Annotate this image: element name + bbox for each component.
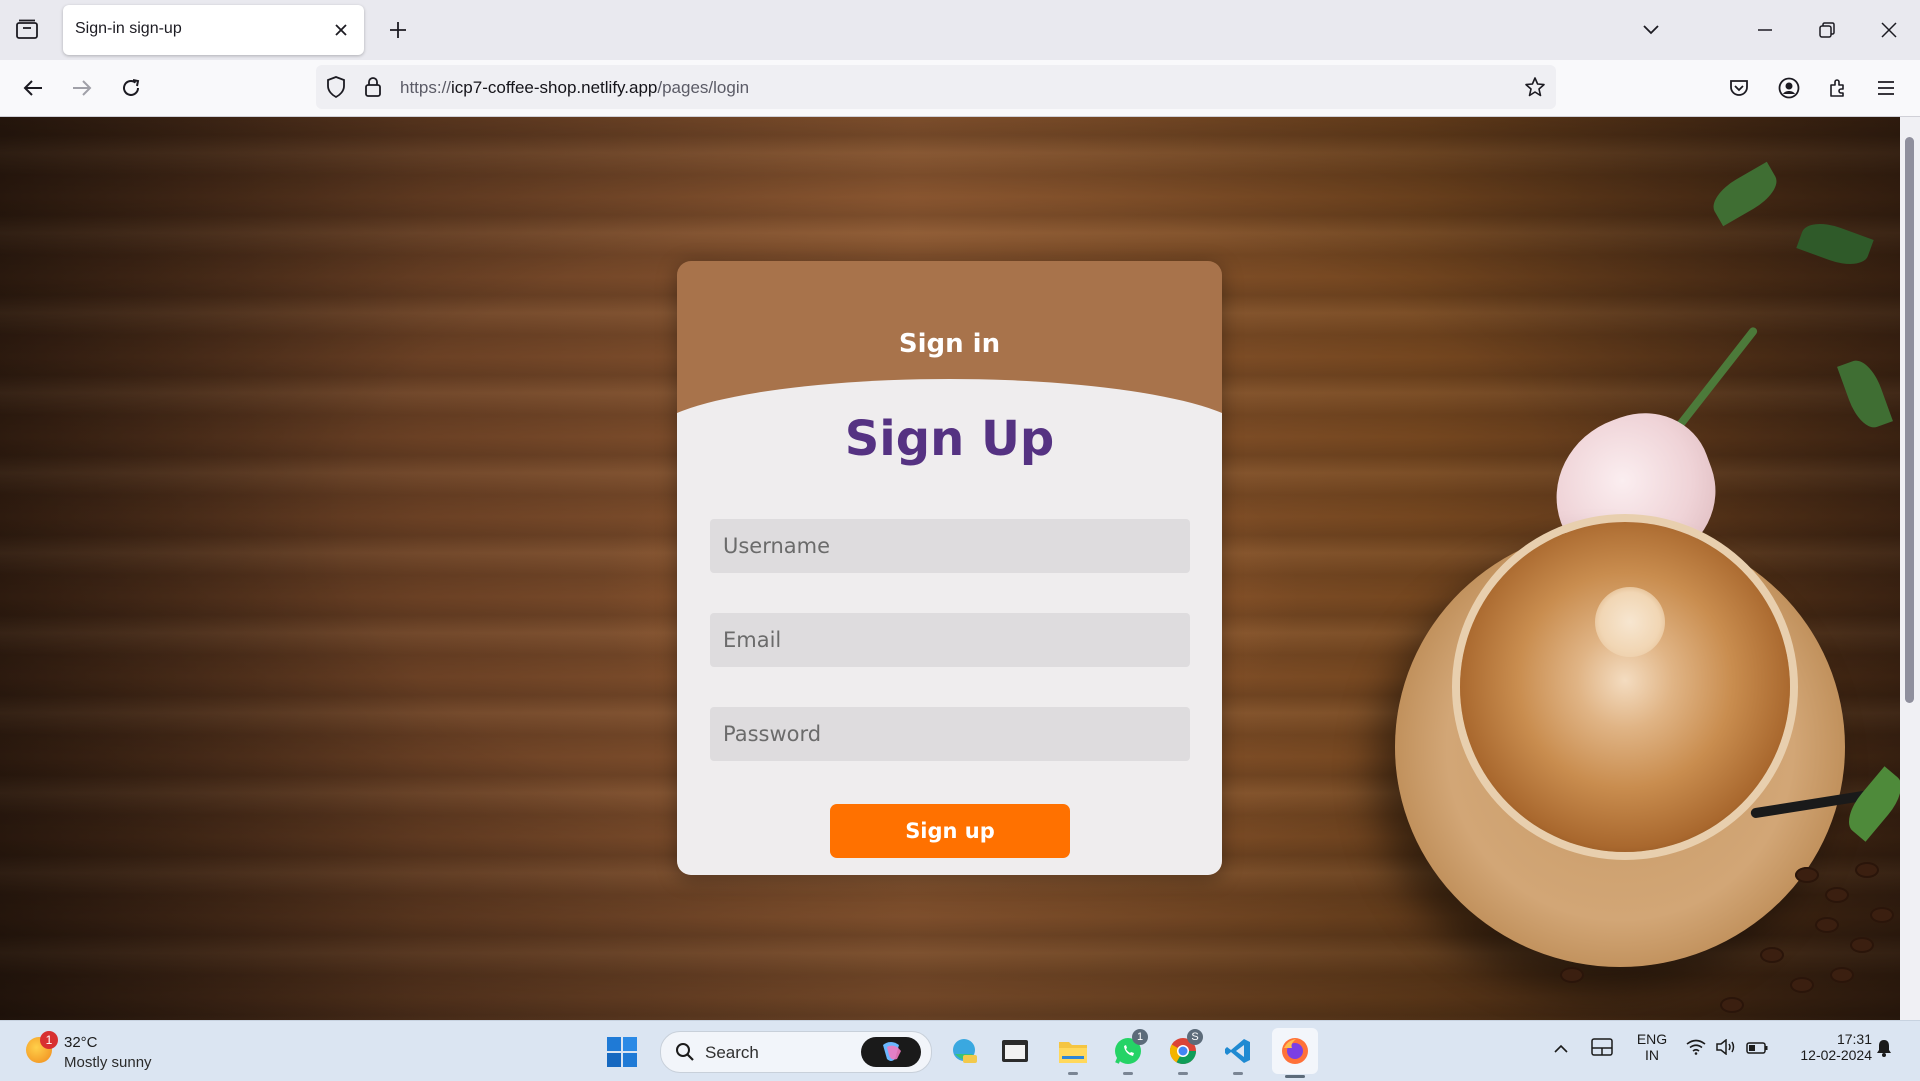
extensions-icon[interactable] <box>1820 70 1856 106</box>
page-viewport: Sign in Sign Up Sign up <box>0 117 1900 1020</box>
signup-title: Sign Up <box>844 411 1055 467</box>
running-indicator <box>1233 1072 1243 1075</box>
minimize-icon[interactable] <box>1742 10 1788 50</box>
page-scrollbar[interactable] <box>1900 117 1920 1020</box>
tab-list-icon[interactable] <box>10 12 44 46</box>
notification-bell-icon[interactable] <box>1876 1039 1892 1062</box>
running-indicator <box>1178 1072 1188 1075</box>
signin-toggle-label[interactable]: Sign in <box>677 329 1222 359</box>
auth-card: Sign in Sign Up Sign up <box>677 261 1222 875</box>
vscode-icon[interactable] <box>1218 1031 1258 1075</box>
coffee-bean <box>1720 997 1744 1013</box>
weather-temperature: 32°C <box>64 1034 98 1051</box>
active-indicator <box>1285 1075 1305 1078</box>
username-field[interactable] <box>710 519 1190 573</box>
coffee-bean <box>1830 967 1854 983</box>
lock-icon[interactable] <box>364 76 382 103</box>
account-icon[interactable] <box>1771 70 1807 106</box>
region-code: IN <box>1645 1047 1659 1063</box>
language-indicator[interactable]: ENG IN <box>1632 1031 1672 1063</box>
running-indicator <box>1068 1072 1078 1075</box>
coffee-bean <box>1795 867 1819 883</box>
taskbar-search[interactable]: Search <box>660 1031 932 1073</box>
password-field[interactable] <box>710 707 1190 761</box>
url-bar[interactable]: https://icp7-coffee-shop.netlify.app/pag… <box>316 65 1556 109</box>
tab-title: Sign-in sign-up <box>75 20 182 37</box>
search-label: Search <box>705 1043 759 1062</box>
volume-icon[interactable] <box>1716 1038 1736 1060</box>
coffee-bean <box>1855 862 1879 878</box>
close-tab-icon[interactable] <box>328 17 354 43</box>
back-icon[interactable] <box>15 70 51 106</box>
language-code: ENG <box>1636 1031 1668 1047</box>
scrollbar-thumb[interactable] <box>1905 137 1914 703</box>
coffee-bean <box>1760 947 1784 963</box>
clock-time: 17:31 <box>1836 1031 1872 1047</box>
copilot-icon[interactable] <box>861 1037 921 1067</box>
battery-icon[interactable] <box>1746 1041 1768 1059</box>
coffee-bean <box>1825 887 1849 903</box>
restore-icon[interactable] <box>1804 10 1850 50</box>
clock-date: 12-02-2024 <box>1800 1047 1872 1063</box>
url-scheme: https:// <box>400 78 452 97</box>
firefox-icon[interactable] <box>1272 1028 1318 1078</box>
latte-art <box>1595 587 1665 657</box>
weather-notification-badge: 1 <box>40 1031 58 1049</box>
windows-start-icon[interactable] <box>606 1036 638 1068</box>
coffee-bean <box>1560 967 1584 983</box>
show-hidden-icons-chevron-icon[interactable] <box>1553 1041 1569 1059</box>
terminal-icon[interactable] <box>995 1031 1035 1071</box>
coffee-bean <box>1790 977 1814 993</box>
browser-nav-bar: https://icp7-coffee-shop.netlify.app/pag… <box>0 60 1920 117</box>
weather-widget[interactable]: 1 32°C Mostly sunny <box>22 1029 172 1073</box>
file-explorer-icon[interactable] <box>1053 1031 1093 1075</box>
forward-icon[interactable] <box>64 70 100 106</box>
coffee-bean <box>1850 937 1874 953</box>
search-icon <box>675 1042 695 1067</box>
coffee-cup <box>1460 522 1790 852</box>
tracking-shield-icon[interactable] <box>326 76 346 103</box>
chrome-icon[interactable]: S <box>1163 1029 1203 1075</box>
edge-beta-icon[interactable] <box>944 1031 984 1071</box>
list-all-tabs-icon[interactable] <box>1628 10 1674 50</box>
wifi-icon[interactable] <box>1686 1039 1706 1060</box>
whatsapp-icon[interactable]: 1 <box>1108 1029 1148 1075</box>
browser-tab-bar: Sign-in sign-up <box>0 0 1920 60</box>
new-tab-icon[interactable] <box>380 12 416 48</box>
running-indicator <box>1123 1072 1133 1075</box>
tablet-mode-icon[interactable] <box>1591 1038 1613 1061</box>
email-field[interactable] <box>710 613 1190 667</box>
url-text[interactable]: https://icp7-coffee-shop.netlify.app/pag… <box>400 78 749 98</box>
browser-tab-active[interactable]: Sign-in sign-up <box>63 5 364 55</box>
url-host: icp7-coffee-shop.netlify.app <box>451 78 658 97</box>
coffee-bean <box>1815 917 1839 933</box>
signup-button[interactable]: Sign up <box>830 804 1070 858</box>
chrome-profile-badge: S <box>1187 1029 1203 1045</box>
close-window-icon[interactable] <box>1866 10 1912 50</box>
clock[interactable]: 17:31 12-02-2024 <box>1782 1031 1872 1063</box>
taskbar: 1 32°C Mostly sunny Search 1 S ENG IN 17… <box>0 1020 1920 1081</box>
pocket-icon[interactable] <box>1721 70 1757 106</box>
whatsapp-badge: 1 <box>1132 1029 1148 1045</box>
coffee-bean <box>1870 907 1894 923</box>
reload-icon[interactable] <box>113 70 149 106</box>
weather-condition: Mostly sunny <box>64 1054 152 1071</box>
signup-form: Sign Up Sign up <box>677 383 1222 875</box>
menu-hamburger-icon[interactable] <box>1868 70 1904 106</box>
url-path: /pages/login <box>657 78 750 97</box>
bookmark-star-icon[interactable] <box>1524 76 1546 103</box>
